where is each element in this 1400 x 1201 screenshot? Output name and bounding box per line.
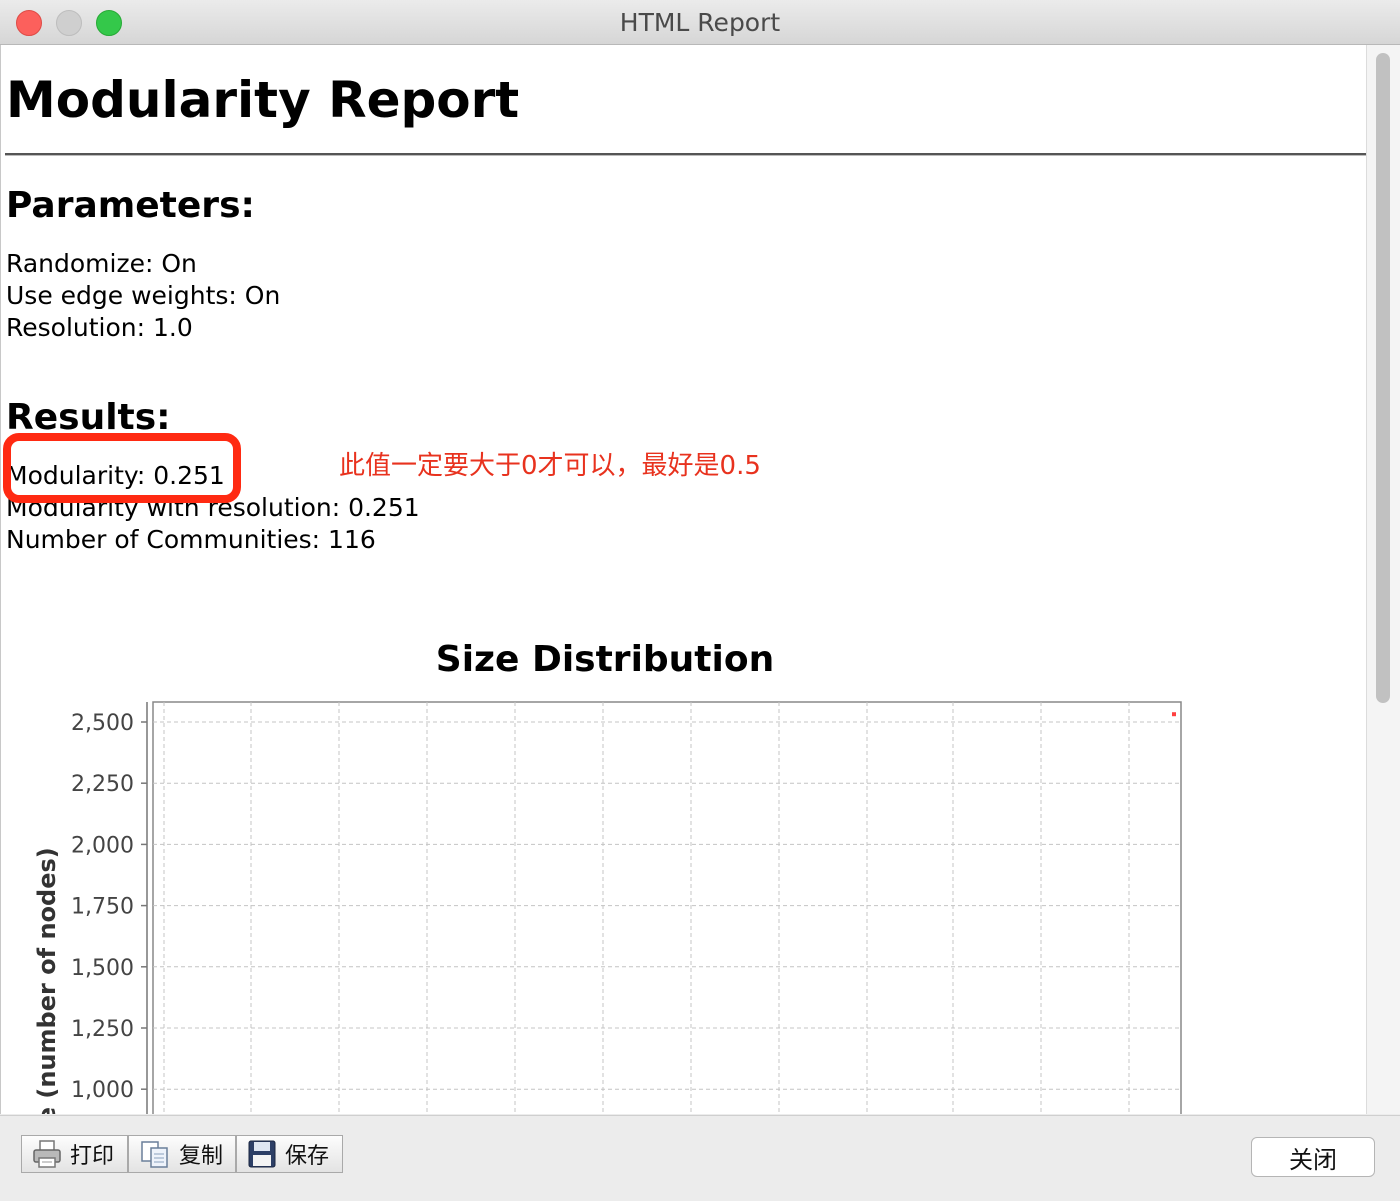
save-label: 保存	[285, 1144, 330, 1169]
highlight-box	[3, 433, 241, 503]
y-tick-label: 1,000	[71, 1078, 134, 1103]
printer-icon	[33, 1140, 61, 1168]
y-tick-label: 1,750	[71, 895, 134, 920]
copy-button[interactable]: 复制	[128, 1135, 236, 1173]
copy-icon	[141, 1141, 168, 1168]
plot-border	[152, 701, 1182, 1114]
floppy-disk-icon	[248, 1140, 276, 1168]
y-tick-label: 2,000	[71, 833, 134, 858]
y-tick-label: 2,250	[71, 772, 134, 797]
title-bar: HTML Report	[0, 0, 1400, 45]
bottom-toolbar: 打印 复制 保存 关闭	[0, 1115, 1400, 1201]
parameters-heading: Parameters:	[6, 185, 255, 226]
param-randomize: Randomize: On	[6, 249, 197, 278]
chart-title: Size Distribution	[436, 639, 774, 680]
vertical-scrollbar[interactable]	[1366, 45, 1400, 1114]
data-point	[1172, 712, 1176, 717]
results-heading: Results:	[6, 397, 171, 438]
annotation-note: 此值一定要大于0才可以，最好是0.5	[339, 451, 761, 481]
print-label: 打印	[70, 1144, 115, 1169]
close-button[interactable]: 关闭	[1251, 1137, 1375, 1177]
report-content[interactable]: Modularity Report Parameters: Randomize:…	[0, 45, 1367, 1114]
save-button[interactable]: 保存	[236, 1135, 343, 1173]
y-tick-label: 2,500	[71, 711, 134, 736]
report-title: Modularity Report	[6, 71, 520, 129]
param-edge-weights: Use edge weights: On	[6, 281, 281, 310]
result-communities: Number of Communities: 116	[6, 525, 376, 554]
scrollbar-thumb[interactable]	[1376, 53, 1390, 703]
y-tick-label: 1,500	[71, 956, 134, 981]
window-title: HTML Report	[619, 8, 781, 37]
param-resolution: Resolution: 1.0	[6, 313, 193, 342]
title-divider	[5, 153, 1366, 156]
y-axis-label: Size (number of nodes)	[33, 847, 61, 1114]
y-tick-label: 1,250	[71, 1017, 134, 1042]
chart-plot-area: 2,5002,2502,0001,7501,5001,2501,000750	[71, 701, 1182, 1114]
size-distribution-chart: Size Distribution 2,500 2,250 2,000 1,750 1,…	[33, 639, 1182, 1114]
print-button[interactable]: 打印	[21, 1135, 128, 1173]
copy-label: 复制	[179, 1144, 224, 1169]
